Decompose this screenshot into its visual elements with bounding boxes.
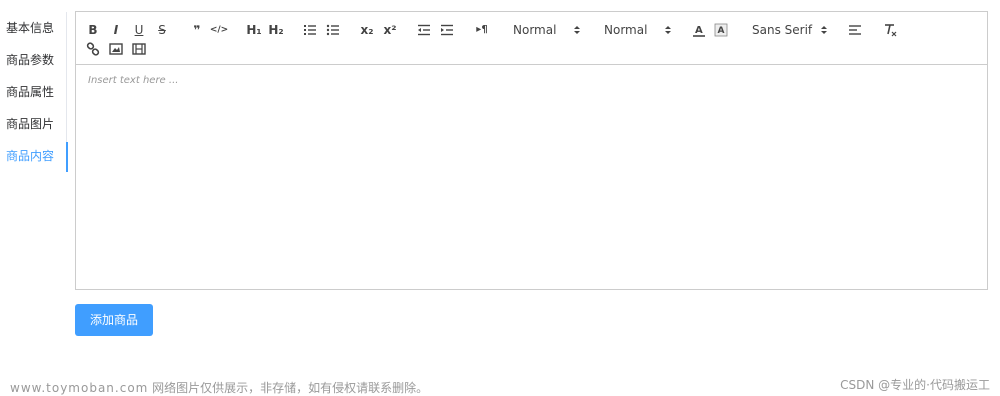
indent-icon[interactable] xyxy=(440,21,454,39)
image-icon[interactable] xyxy=(109,40,123,58)
h1-button[interactable]: H₁ xyxy=(245,21,263,39)
rich-text-editor: B I U S ❞ </> H₁ H₂ x₂ x² ▸¶ Normal Norm… xyxy=(75,11,988,290)
watermark-note: 网络图片仅供展示，非存储，如有侵权请联系删除。 xyxy=(148,381,429,395)
strike-button[interactable]: S xyxy=(155,21,169,39)
header-picker-label: Normal xyxy=(604,23,648,37)
svg-text:A: A xyxy=(695,25,703,36)
header-picker[interactable]: Normal xyxy=(604,21,674,39)
ordered-list-icon[interactable] xyxy=(303,21,317,39)
h2-button[interactable]: H₂ xyxy=(267,21,285,39)
bullet-list-icon[interactable] xyxy=(326,21,340,39)
editor-content[interactable]: Insert text here ... xyxy=(76,65,987,96)
background-color-icon[interactable]: A xyxy=(714,21,728,39)
tab-product-images[interactable]: 商品图片 xyxy=(0,108,68,140)
code-button[interactable]: </> xyxy=(210,21,228,39)
add-product-button[interactable]: 添加商品 xyxy=(75,304,153,336)
italic-button[interactable]: I xyxy=(109,21,123,39)
size-picker[interactable]: Normal xyxy=(513,21,583,39)
bold-button[interactable]: B xyxy=(86,21,100,39)
clear-format-icon[interactable] xyxy=(883,21,897,39)
font-picker[interactable]: Sans Serif xyxy=(752,21,832,39)
svg-text:A: A xyxy=(718,26,725,36)
tab-product-content[interactable]: 商品内容 xyxy=(0,140,68,172)
picker-arrows-icon xyxy=(665,26,671,34)
font-picker-label: Sans Serif xyxy=(752,23,813,37)
video-icon[interactable] xyxy=(132,40,146,58)
subscript-button[interactable]: x₂ xyxy=(359,21,375,39)
watermark: www.toymoban.com 网络图片仅供展示，非存储，如有侵权请联系删除。 xyxy=(10,379,428,396)
picker-arrows-icon xyxy=(574,26,580,34)
author-credit: CSDN @专业的·代码搬运工 xyxy=(840,378,990,392)
align-left-icon[interactable] xyxy=(848,21,862,39)
tab-product-params[interactable]: 商品参数 xyxy=(0,44,68,76)
vertical-tabs: 基本信息 商品参数 商品属性 商品图片 商品内容 xyxy=(0,12,68,172)
text-color-icon[interactable]: A xyxy=(692,21,706,39)
picker-arrows-icon xyxy=(821,26,827,34)
superscript-button[interactable]: x² xyxy=(382,21,398,39)
underline-button[interactable]: U xyxy=(132,21,146,39)
editor-placeholder: Insert text here ... xyxy=(88,75,179,86)
editor-toolbar: B I U S ❞ </> H₁ H₂ x₂ x² ▸¶ Normal Norm… xyxy=(76,12,987,65)
blockquote-button[interactable]: ❞ xyxy=(189,21,205,39)
size-picker-label: Normal xyxy=(513,23,557,37)
link-icon[interactable] xyxy=(86,40,100,58)
watermark-site: www.toymoban.com xyxy=(10,381,149,395)
tab-active-indicator xyxy=(66,142,68,172)
tab-basic-info[interactable]: 基本信息 xyxy=(0,12,68,44)
tab-product-attributes[interactable]: 商品属性 xyxy=(0,76,68,108)
text-direction-button[interactable]: ▸¶ xyxy=(474,21,490,39)
outdent-icon[interactable] xyxy=(417,21,431,39)
